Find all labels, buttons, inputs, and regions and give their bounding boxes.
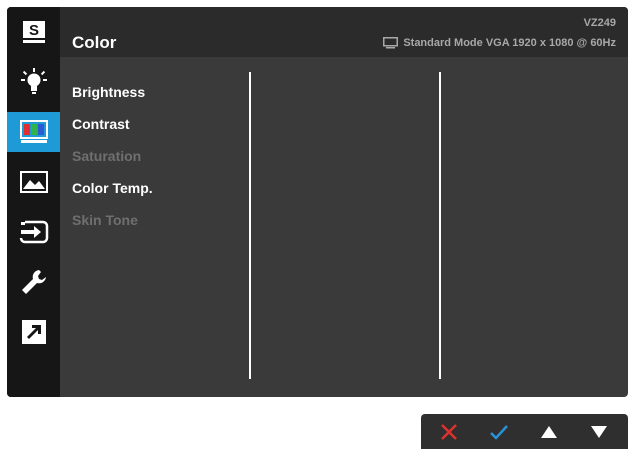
down-button[interactable] [574,414,624,449]
navigation-key-bar [421,414,628,449]
up-triangle-icon [541,425,557,438]
image-landscape-icon [19,171,48,193]
osd-header: Color VZ249 Standard Mode VGA 1920 x 108… [60,7,628,57]
up-button[interactable] [524,414,574,449]
osd-panel: S Color VZ249 Standard Mode VGA 1920 x 1… [7,7,628,397]
brightness-bulb-icon [20,68,47,94]
column-divider-left [249,72,251,379]
exit-button[interactable] [424,414,474,449]
status-text: Standard Mode VGA 1920 x 1080 @ 60Hz [403,37,616,49]
sidebar-item-input[interactable] [7,212,60,252]
sidebar-item-shortcut[interactable] [7,312,60,352]
check-icon [490,424,508,440]
menu-list: Brightness Contrast Saturation Color Tem… [72,82,153,242]
confirm-button[interactable] [474,414,524,449]
sidebar-item-brightness[interactable] [7,62,60,102]
shortcut-arrow-icon [21,320,46,344]
splendid-s-label: S [28,22,38,39]
column-divider-right [439,72,441,379]
status-line: Standard Mode VGA 1920 x 1080 @ 60Hz [383,37,616,49]
close-x-icon [441,423,457,440]
splendid-s-icon: S [22,21,45,43]
down-triangle-icon [591,425,607,438]
menu-item-color-temp[interactable]: Color Temp. [72,178,153,210]
model-name: VZ249 [583,17,616,29]
monitor-icon [383,37,399,49]
sidebar-item-splendid[interactable]: S [7,12,60,52]
page-title: Color [72,33,117,52]
sidebar-item-color[interactable] [7,112,60,152]
menu-item-brightness[interactable]: Brightness [72,82,153,114]
wrench-icon [21,270,46,294]
sidebar: S [7,7,60,397]
sidebar-item-system[interactable] [7,262,60,302]
menu-item-skin-tone: Skin Tone [72,212,138,228]
color-bars-icon [19,120,48,143]
sidebar-item-image[interactable] [7,162,60,202]
menu-item-saturation: Saturation [72,148,142,164]
menu-item-contrast[interactable]: Contrast [72,114,153,146]
input-select-icon [19,220,48,244]
